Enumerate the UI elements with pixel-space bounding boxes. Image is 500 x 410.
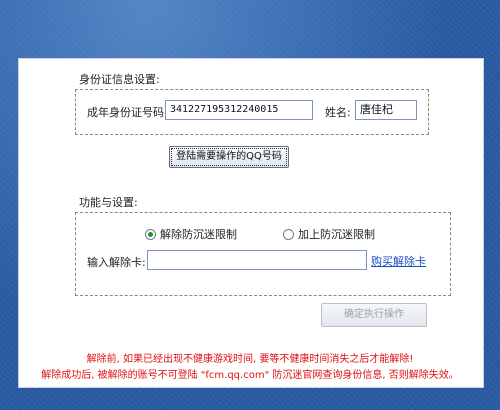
- buy-card-link[interactable]: 购买解除卡: [371, 253, 426, 269]
- unlock-card-input[interactable]: [147, 250, 367, 270]
- settings-panel: 身份证信息设置: 成年身份证号码: 341227195312240015 姓名:…: [18, 58, 484, 388]
- warning-line-2: 解除成功后, 被解除的账号不可登陆 "fcm.qq.com" 防沉迷官网查询身份…: [41, 370, 459, 381]
- unlock-card-label: 输入解除卡:: [87, 256, 146, 269]
- id-number-input[interactable]: 341227195312240015: [165, 100, 313, 120]
- remove-limit-label: 解除防沉迷限制: [160, 228, 237, 241]
- identity-section-title: 身份证信息设置:: [79, 73, 160, 86]
- name-input[interactable]: 唐佳杞: [355, 100, 417, 120]
- id-number-label: 成年身份证号码:: [87, 106, 168, 119]
- warning-line-1: 解除前, 如果已经出现不健康游戏时间, 要等不健康时间消失之后才能解除!: [86, 354, 414, 365]
- execute-button[interactable]: 确定执行操作: [321, 303, 427, 327]
- add-limit-label: 加上防沉迷限制: [298, 228, 375, 241]
- name-label: 姓名:: [325, 106, 351, 119]
- functions-section-title: 功能与设置:: [79, 196, 138, 209]
- add-limit-radio[interactable]: 加上防沉迷限制: [283, 226, 375, 242]
- login-qq-button[interactable]: 登陆需要操作的QQ号码: [169, 146, 289, 168]
- radio-unselected-icon: [283, 228, 294, 240]
- remove-limit-radio[interactable]: 解除防沉迷限制: [145, 226, 237, 242]
- radio-selected-icon: [145, 228, 156, 240]
